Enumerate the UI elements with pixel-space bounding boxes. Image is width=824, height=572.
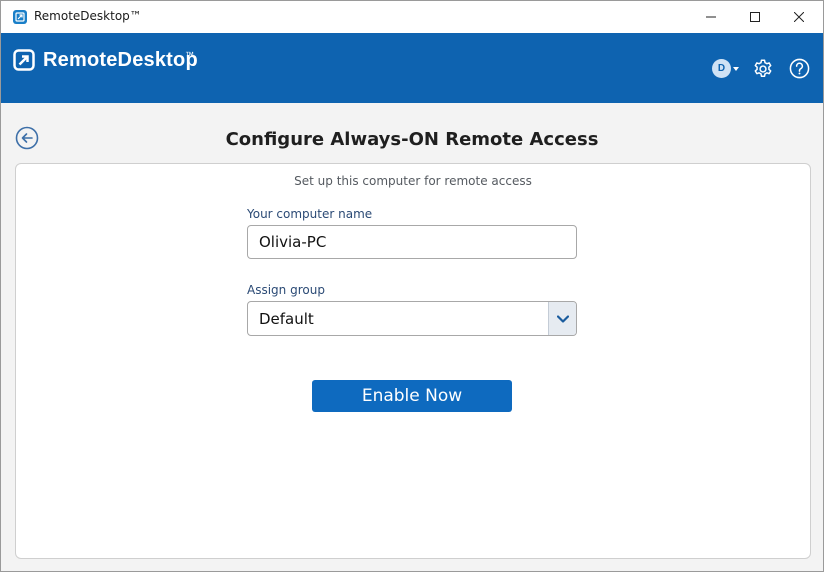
assign-group-select[interactable]: Default	[247, 301, 577, 336]
enable-now-button[interactable]: Enable Now	[312, 380, 512, 412]
close-button[interactable]	[777, 1, 821, 33]
dropdown-toggle[interactable]	[548, 302, 576, 335]
caret-down-icon[interactable]	[733, 67, 739, 71]
remotedesktop-logo-icon	[13, 49, 35, 71]
minimize-button[interactable]	[689, 1, 733, 33]
minimize-icon	[706, 16, 716, 18]
app-header: RemoteDesktop ™ D	[1, 33, 823, 103]
brand-trademark: ™	[185, 50, 194, 60]
title-bar: RemoteDesktop™	[1, 1, 823, 33]
chevron-down-icon	[556, 314, 569, 323]
account-avatar[interactable]: D	[712, 59, 731, 78]
brand-logo-text: RemoteDesktop	[43, 49, 198, 71]
gear-icon[interactable]	[752, 58, 774, 80]
assign-group-value: Default	[259, 310, 314, 328]
card-subtitle: Set up this computer for remote access	[294, 174, 532, 188]
app-window: RemoteDesktop™ RemoteDesktop ™ D Configu…	[0, 0, 824, 572]
help-icon[interactable]	[789, 58, 810, 79]
computer-name-input[interactable]	[247, 225, 577, 259]
avatar-initial: D	[717, 63, 726, 74]
setup-card: Set up this computer for remote access Y…	[15, 163, 811, 559]
remotedesktop-app-icon	[13, 10, 27, 24]
maximize-icon	[750, 12, 760, 22]
page-title: Configure Always-ON Remote Access	[225, 129, 599, 150]
computer-name-label: Your computer name	[247, 207, 373, 221]
close-icon	[794, 12, 804, 22]
assign-group-label: Assign group	[247, 283, 325, 297]
window-title: RemoteDesktop™	[34, 9, 142, 23]
maximize-button[interactable]	[733, 1, 777, 33]
